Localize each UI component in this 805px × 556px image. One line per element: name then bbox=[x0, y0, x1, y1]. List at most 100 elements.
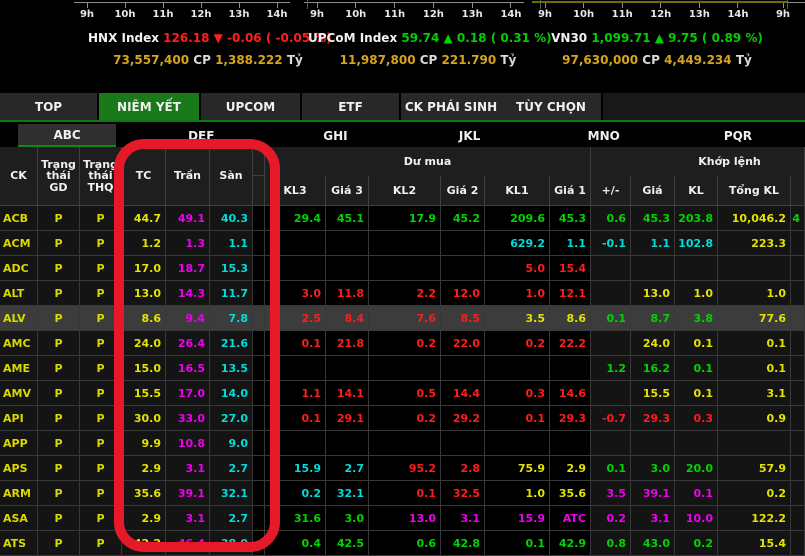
time-tick: 10h bbox=[112, 3, 138, 20]
index-volume: 11,987,800 CP 221.790 Tỷ bbox=[308, 53, 548, 67]
letter-tab-ghi[interactable]: GHI bbox=[268, 124, 402, 147]
cell-kl1: 0.2 bbox=[485, 331, 550, 356]
cell-tc: 30.0 bbox=[122, 406, 166, 431]
cell-gia: 8.7 bbox=[631, 306, 675, 331]
cell-gia1: 29.3 bbox=[550, 406, 591, 431]
col-header-gia3[interactable]: Giá 3 bbox=[326, 176, 369, 205]
cell-gia3: 11.8 bbox=[326, 281, 369, 306]
col-header-kl3[interactable]: KL3 bbox=[265, 176, 326, 205]
tick-label: 13h bbox=[462, 9, 483, 20]
col-header-ck[interactable]: CK bbox=[0, 147, 38, 205]
cell-gia: 15.5 bbox=[631, 381, 675, 406]
cell-ck[interactable]: ATS bbox=[0, 531, 38, 556]
tick-row: 9h10h11h12h13h14h bbox=[74, 3, 290, 20]
table-row[interactable]: APSPP2.93.12.715.92.795.22.875.92.90.13.… bbox=[0, 456, 805, 481]
col-header-kl2[interactable]: KL2 bbox=[369, 176, 441, 205]
table-row[interactable]: ALVPP8.69.47.82.58.47.68.53.58.60.18.73.… bbox=[0, 306, 805, 331]
tick-row: 9h10h11h12h13h14h bbox=[304, 3, 524, 20]
col-header-tong-kl[interactable]: Tổng KL bbox=[718, 176, 791, 205]
tab-upcom[interactable]: UPCOM bbox=[201, 93, 300, 120]
letter-tab-mno[interactable]: MNO bbox=[537, 124, 671, 147]
tick-label: 10h bbox=[573, 9, 594, 20]
cell-tong-kl: 0.1 bbox=[718, 356, 791, 381]
col-header-trang-thai-thq[interactable]: Trạng thái THQ bbox=[80, 147, 122, 205]
table-row[interactable]: ARMPP35.639.132.10.232.10.132.51.035.63.… bbox=[0, 481, 805, 506]
table-row[interactable]: ADCPP17.018.715.35.015.4 bbox=[0, 256, 805, 281]
cell-tran: 18.7 bbox=[166, 256, 210, 281]
table-row[interactable]: APPPP9.910.89.0 bbox=[0, 431, 805, 456]
table-row[interactable]: ALTPP13.014.311.73.011.82.212.01.012.113… bbox=[0, 281, 805, 306]
cell-spacer bbox=[253, 256, 265, 281]
table-row[interactable]: ATSPP42.246.438.00.442.50.642.80.142.90.… bbox=[0, 531, 805, 556]
cell-tc: 35.6 bbox=[122, 481, 166, 506]
tab-top[interactable]: TOP bbox=[0, 93, 97, 120]
cell-spacer bbox=[253, 381, 265, 406]
cell-extra bbox=[791, 481, 805, 506]
cell-kl bbox=[675, 431, 718, 456]
index-change: 1,099.71 ▲ 9.75 ( 0.89 %) bbox=[587, 31, 763, 45]
tab-niêm-yết[interactable]: NIÊM YẾT bbox=[99, 93, 199, 120]
col-header-gia[interactable]: Giá bbox=[631, 176, 675, 205]
col-header-san[interactable]: Sàn bbox=[210, 147, 253, 205]
cell-status-thq: P bbox=[80, 231, 122, 256]
col-header-kl1[interactable]: KL1 bbox=[485, 176, 550, 205]
cell-gia3 bbox=[326, 256, 369, 281]
table-row[interactable]: ACMPP1.21.31.1629.21.1-0.11.1102.8223.3 bbox=[0, 231, 805, 256]
cell-gia1: ATC bbox=[550, 506, 591, 531]
col-header-gia2[interactable]: Giá 2 bbox=[441, 176, 485, 205]
tick-label: 11h bbox=[384, 9, 405, 20]
letter-tab-abc[interactable]: ABC bbox=[0, 124, 134, 147]
letter-tab-def[interactable]: DEF bbox=[134, 124, 268, 147]
cell-ck[interactable]: API bbox=[0, 406, 38, 431]
cell-tc: 8.6 bbox=[122, 306, 166, 331]
tab-ck-phái-sinh[interactable]: CK PHÁI SINH bbox=[401, 93, 501, 120]
table-row[interactable]: ASAPP2.93.12.731.63.013.03.115.9ATC0.23.… bbox=[0, 506, 805, 531]
cell-ck[interactable]: ACB bbox=[0, 206, 38, 231]
cell-change: -0.1 bbox=[591, 231, 631, 256]
cell-tong-kl: 0.2 bbox=[718, 481, 791, 506]
table-row[interactable]: AMEPP15.016.513.51.216.20.10.1 bbox=[0, 356, 805, 381]
cell-ck[interactable]: APS bbox=[0, 456, 38, 481]
cell-tong-kl: 1.0 bbox=[718, 281, 791, 306]
cell-kl: 102.8 bbox=[675, 231, 718, 256]
cell-san: 7.8 bbox=[210, 306, 253, 331]
cell-ck[interactable]: ACM bbox=[0, 231, 38, 256]
table-header: CK Trạng thái GD Trạng thái THQ TC Trần … bbox=[0, 147, 805, 206]
cell-extra bbox=[791, 456, 805, 481]
cell-ck[interactable]: ASA bbox=[0, 506, 38, 531]
cell-ck[interactable]: ALT bbox=[0, 281, 38, 306]
cell-ck[interactable]: AMC bbox=[0, 331, 38, 356]
col-header-trang-thai-gd[interactable]: Trạng thái GD bbox=[38, 147, 80, 205]
tick-mark bbox=[201, 3, 202, 8]
col-header-tc[interactable]: TC bbox=[122, 147, 166, 205]
cell-gia2: 3.1 bbox=[441, 506, 485, 531]
cell-ck[interactable]: ALV bbox=[0, 306, 38, 331]
cell-ck[interactable]: ADC bbox=[0, 256, 38, 281]
col-header-change[interactable]: +/- bbox=[591, 176, 631, 205]
cell-ck[interactable]: AMV bbox=[0, 381, 38, 406]
table-row[interactable]: AMCPP24.026.421.60.121.80.222.00.222.224… bbox=[0, 331, 805, 356]
letter-tab-pqr[interactable]: PQR bbox=[671, 124, 805, 147]
cell-kl1 bbox=[485, 356, 550, 381]
table-row[interactable]: APIPP30.033.027.00.129.10.229.20.129.3-0… bbox=[0, 406, 805, 431]
cell-ck[interactable]: APP bbox=[0, 431, 38, 456]
cell-tran: 10.8 bbox=[166, 431, 210, 456]
cell-ck[interactable]: AME bbox=[0, 356, 38, 381]
tab-etf[interactable]: ETF bbox=[302, 93, 399, 120]
cell-kl3: 2.5 bbox=[265, 306, 326, 331]
shares-unit: CP bbox=[416, 53, 442, 67]
table-row[interactable]: AMVPP15.517.014.01.114.10.514.40.314.615… bbox=[0, 381, 805, 406]
col-header-tran[interactable]: Trần bbox=[166, 147, 210, 205]
index-name: HNX Index bbox=[88, 31, 159, 45]
letter-tab-jkl[interactable]: JKL bbox=[403, 124, 537, 147]
tick-mark bbox=[317, 3, 318, 8]
tick-label: 14h bbox=[500, 9, 521, 20]
cell-ck[interactable]: ARM bbox=[0, 481, 38, 506]
cell-san: 13.5 bbox=[210, 356, 253, 381]
table-row[interactable]: ACBPP44.749.140.329.445.117.945.2209.645… bbox=[0, 206, 805, 231]
tab-tùy-chọn[interactable]: TÙY CHỌN bbox=[501, 93, 601, 120]
value-unit: Tỷ bbox=[732, 53, 752, 67]
col-header-gia1[interactable]: Giá 1 bbox=[550, 176, 591, 205]
volume-value: 1,388.222 bbox=[215, 53, 283, 67]
col-header-kl[interactable]: KL bbox=[675, 176, 718, 205]
